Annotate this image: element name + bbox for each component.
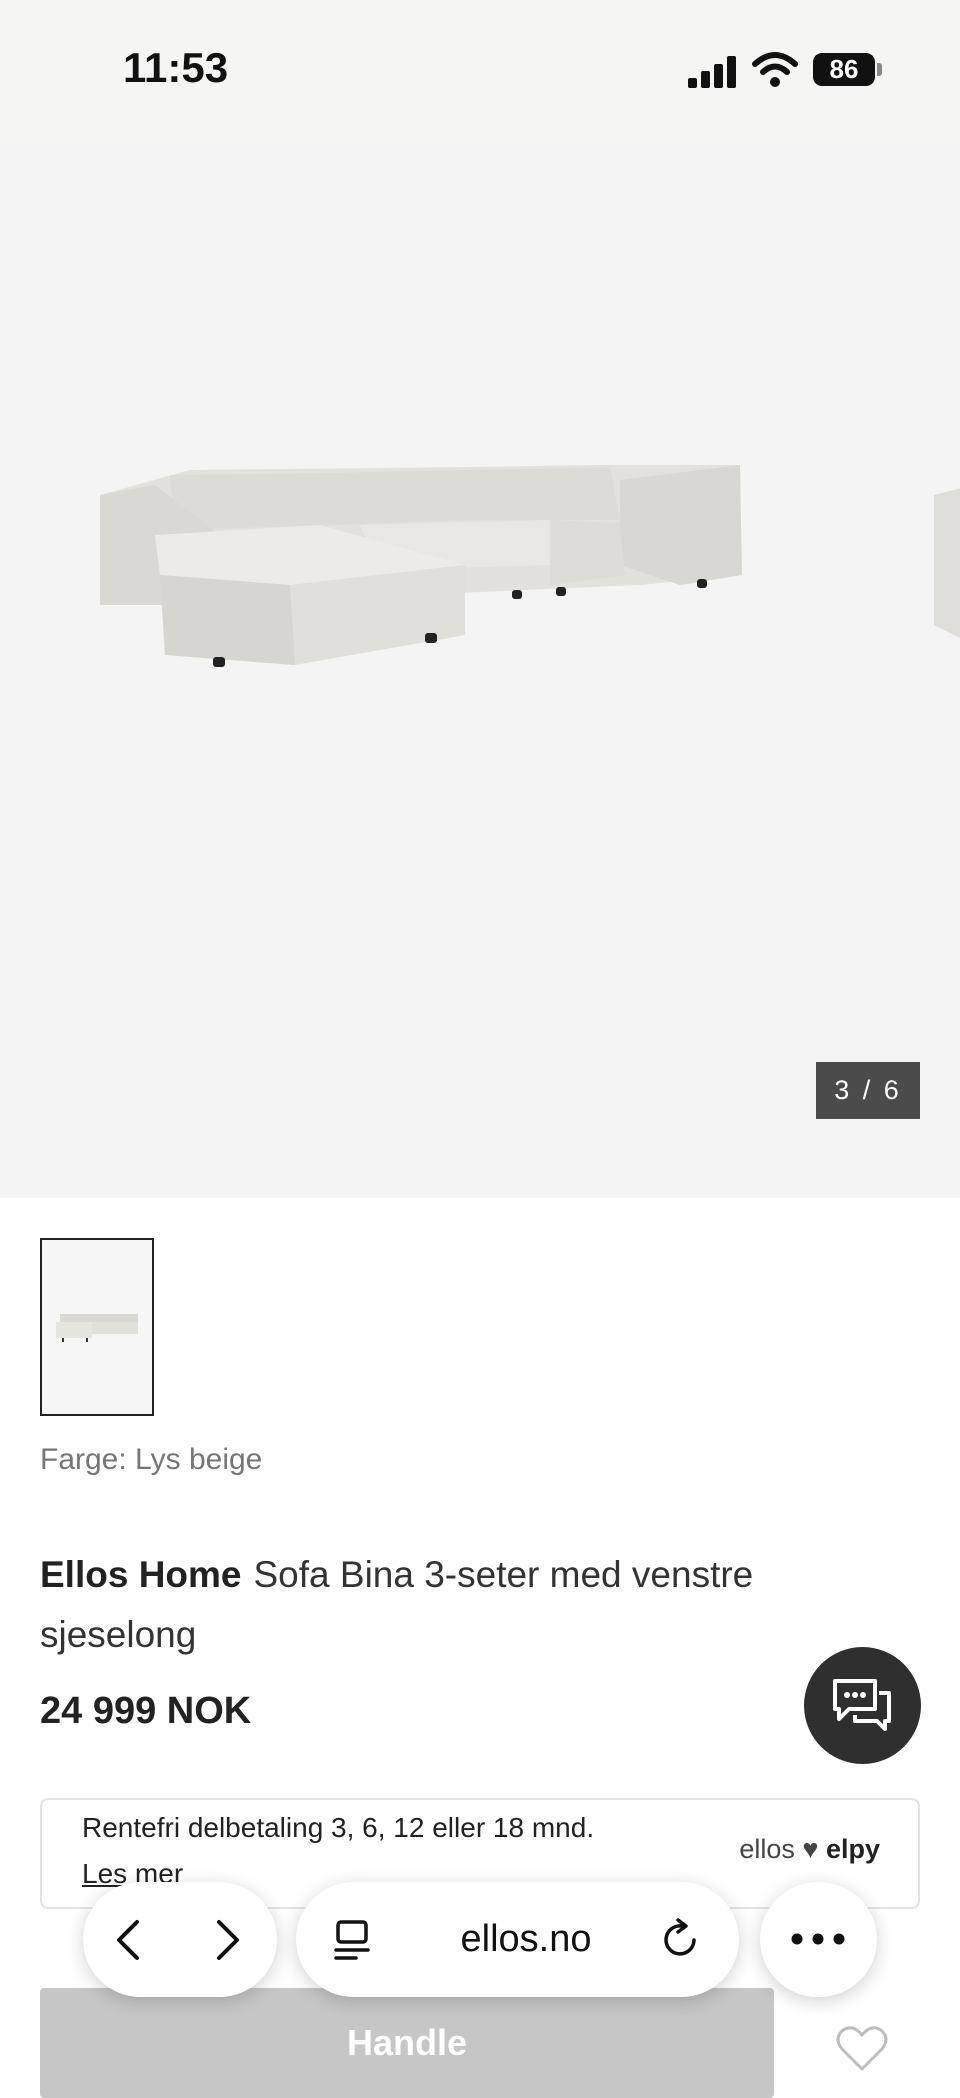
- color-label: Farge: Lys beige: [40, 1443, 263, 1476]
- buy-button[interactable]: Handle: [40, 1988, 774, 2098]
- browser-more-pill[interactable]: [760, 1882, 877, 1997]
- browser-nav-pill: [83, 1882, 277, 1997]
- battery-nub: [877, 63, 882, 76]
- status-bar: 11:53 86: [0, 0, 960, 145]
- payment-provider-logo: ellos ♥ elpy: [739, 1834, 880, 1865]
- logo-right-text: elpy: [825, 1834, 880, 1864]
- reload-icon[interactable]: [660, 1918, 702, 1962]
- logo-left-text: ellos: [739, 1834, 795, 1864]
- reader-icon[interactable]: [332, 1918, 372, 1962]
- image-counter: 3 / 6: [816, 1062, 920, 1119]
- forward-icon[interactable]: [213, 1918, 243, 1962]
- thumbnail-sofa-image: [56, 1314, 138, 1342]
- signal-icon: [688, 56, 736, 88]
- product-gallery[interactable]: 3 / 6: [0, 145, 960, 1198]
- chat-icon: [833, 1679, 891, 1731]
- heart-icon[interactable]: [836, 2025, 888, 2073]
- browser-url-pill[interactable]: ellos.no: [296, 1882, 739, 1997]
- battery-indicator: 86: [813, 53, 875, 86]
- wifi-icon: [752, 52, 798, 87]
- url-text[interactable]: ellos.no: [406, 1882, 646, 1997]
- back-icon[interactable]: [113, 1918, 143, 1962]
- heart-small-icon: ♥: [802, 1834, 819, 1864]
- product-thumbnail[interactable]: [40, 1238, 154, 1416]
- payment-text: Rentefri delbetaling 3, 6, 12 eller 18 m…: [82, 1812, 595, 1843]
- chat-button[interactable]: [804, 1647, 921, 1764]
- product-price: 24 999 NOK: [40, 1690, 252, 1732]
- product-brand[interactable]: Ellos Home: [40, 1554, 242, 1595]
- status-time: 11:53: [123, 44, 229, 91]
- product-image[interactable]: [80, 425, 760, 705]
- next-image-peek: [934, 488, 960, 638]
- product-title: Ellos Home Sofa Bina 3-seter med venstre …: [40, 1545, 820, 1665]
- more-icon[interactable]: [790, 1932, 846, 1946]
